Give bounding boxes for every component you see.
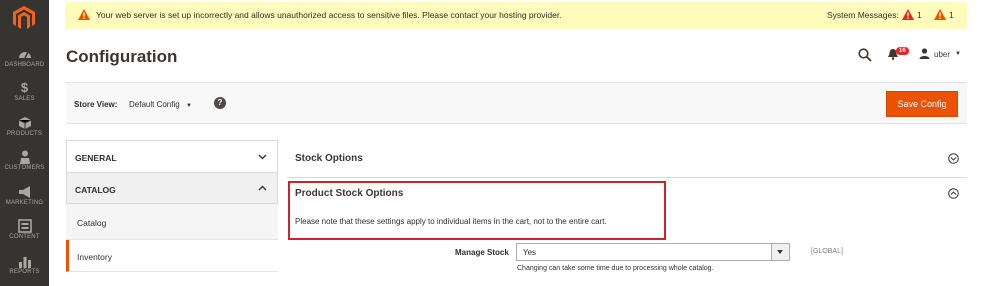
chevron-down-icon	[258, 154, 267, 160]
notifications-badge[interactable]: 16	[896, 47, 909, 55]
nav-content-label: CONTENT	[9, 234, 40, 240]
nav-reports-label: REPORTS	[9, 269, 40, 275]
major-warning-icon[interactable]	[934, 9, 946, 20]
dashboard-icon	[18, 51, 31, 59]
system-message-bar: Your web server is set up incorrectly an…	[65, 2, 967, 29]
tab-general[interactable]: GENERAL	[66, 140, 278, 172]
manage-stock-scope: [GLOBAL]	[811, 248, 843, 255]
content-icon	[17, 219, 32, 233]
tab-item-inventory[interactable]: Inventory	[66, 240, 278, 272]
nav-customers-label: CUSTOMERS	[4, 165, 45, 171]
user-name: uber	[934, 50, 951, 59]
person-icon	[19, 150, 30, 164]
nav-products[interactable]: PRODUCTS	[0, 116, 49, 137]
stock-options-toggle-icon[interactable]	[948, 153, 959, 164]
megaphone-icon	[18, 186, 30, 198]
store-view-bar: Store View: Default Config ▼ ? Save Conf…	[66, 82, 967, 124]
nav-reports[interactable]: REPORTS	[0, 254, 49, 275]
warning-icon	[78, 9, 90, 20]
page-title: Configuration	[66, 47, 178, 66]
system-messages-link[interactable]: System Messages:	[827, 10, 899, 20]
section-divider	[287, 177, 967, 178]
tab-catalog-label: CATALOG	[75, 185, 116, 195]
tab-item-catalog[interactable]: Catalog	[66, 204, 278, 240]
stock-options-title[interactable]: Stock Options	[295, 153, 363, 164]
admin-sidebar: DASHBOARD $ SALES PRODUCTS CUSTOMERS MAR…	[0, 0, 49, 286]
tab-catalog[interactable]: CATALOG	[66, 172, 278, 204]
magento-logo[interactable]	[13, 6, 35, 30]
nav-dashboard-label: DASHBOARD	[4, 62, 45, 68]
tab-general-label: GENERAL	[75, 153, 117, 163]
tab-item-catalog-label: Catalog	[77, 218, 107, 228]
search-icon[interactable]	[858, 48, 872, 62]
nav-dashboard[interactable]: DASHBOARD	[0, 47, 49, 68]
manage-stock-select[interactable]: Yes	[516, 243, 790, 261]
tab-item-inventory-label: Inventory	[77, 252, 112, 262]
select-arrow-icon	[771, 244, 789, 260]
config-tabs: GENERAL CATALOG Catalog Inventory	[66, 140, 278, 272]
nav-content[interactable]: CONTENT	[0, 219, 49, 240]
dollar-icon: $	[20, 80, 29, 95]
chevron-up-icon	[258, 185, 267, 191]
store-view-switcher[interactable]: Default Config ▼	[129, 100, 192, 109]
critical-count[interactable]: 1	[917, 10, 922, 20]
bar-chart-icon	[18, 257, 31, 268]
store-view-value: Default Config	[129, 100, 180, 109]
product-stock-options-title[interactable]: Product Stock Options	[295, 188, 403, 199]
manage-stock-label: Manage Stock	[455, 248, 509, 257]
major-count[interactable]: 1	[949, 10, 954, 20]
nav-products-label: PRODUCTS	[6, 131, 43, 137]
nav-customers[interactable]: CUSTOMERS	[0, 150, 49, 171]
manage-stock-hint: Changing can take some time due to proce…	[517, 265, 714, 272]
system-message-text: Your web server is set up incorrectly an…	[96, 10, 562, 20]
product-stock-note: Please note that these settings apply to…	[295, 217, 607, 226]
store-view-label: Store View:	[74, 100, 118, 109]
nav-sales[interactable]: $ SALES	[0, 80, 49, 103]
chevron-down-icon: ▼	[955, 51, 961, 57]
nav-sales-label: SALES	[14, 96, 35, 102]
nav-marketing-label: MARKETING	[5, 200, 44, 206]
manage-stock-value: Yes	[523, 248, 537, 257]
cube-icon	[18, 117, 31, 129]
nav-marketing[interactable]: MARKETING	[0, 185, 49, 206]
product-stock-options-toggle-icon[interactable]	[948, 188, 959, 199]
user-icon	[919, 48, 930, 59]
help-icon[interactable]: ?	[214, 97, 226, 109]
critical-warning-icon[interactable]	[902, 9, 914, 20]
caret-down-icon: ▼	[185, 103, 192, 109]
save-config-button[interactable]: Save Config	[886, 91, 958, 117]
